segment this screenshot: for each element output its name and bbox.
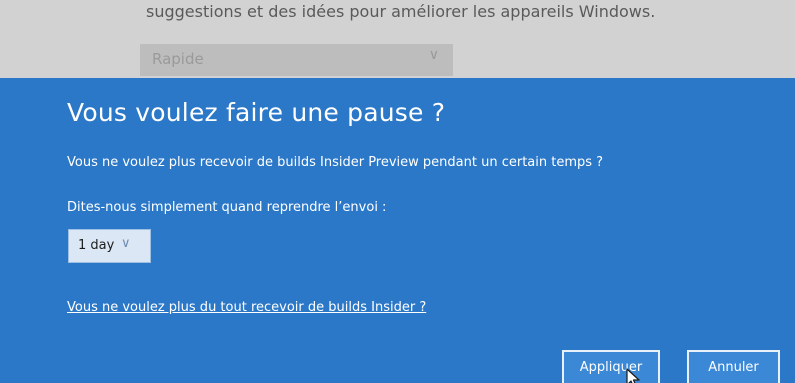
apply-button[interactable]: Appliquer <box>562 350 660 383</box>
background-settings-page: suggestions et des idées pour améliorer … <box>0 0 795 78</box>
dialog-question: Vous ne voulez plus recevoir de builds I… <box>67 155 604 170</box>
background-description: suggestions et des idées pour améliorer … <box>146 2 656 21</box>
chevron-down-icon: ∨ <box>121 236 131 251</box>
chevron-down-icon: ∨ <box>428 47 439 63</box>
stop-insider-builds-link[interactable]: Vous ne voulez plus du tout recevoir de … <box>67 300 426 315</box>
pause-dialog: Vous voulez faire une pause ? Vous ne vo… <box>0 78 795 383</box>
background-select-value: Rapide <box>152 50 204 68</box>
duration-select[interactable]: 1 day ∨ <box>68 229 151 263</box>
mouse-pointer-icon <box>626 368 640 383</box>
screen: suggestions et des idées pour améliorer … <box>0 0 795 383</box>
duration-select-value: 1 day <box>78 238 115 253</box>
background-speed-select: Rapide ∨ <box>140 44 453 76</box>
dialog-instruction: Dites-nous simplement quand reprendre l’… <box>67 200 387 215</box>
dialog-title: Vous voulez faire une pause ? <box>67 98 446 127</box>
cancel-button[interactable]: Annuler <box>687 350 780 383</box>
